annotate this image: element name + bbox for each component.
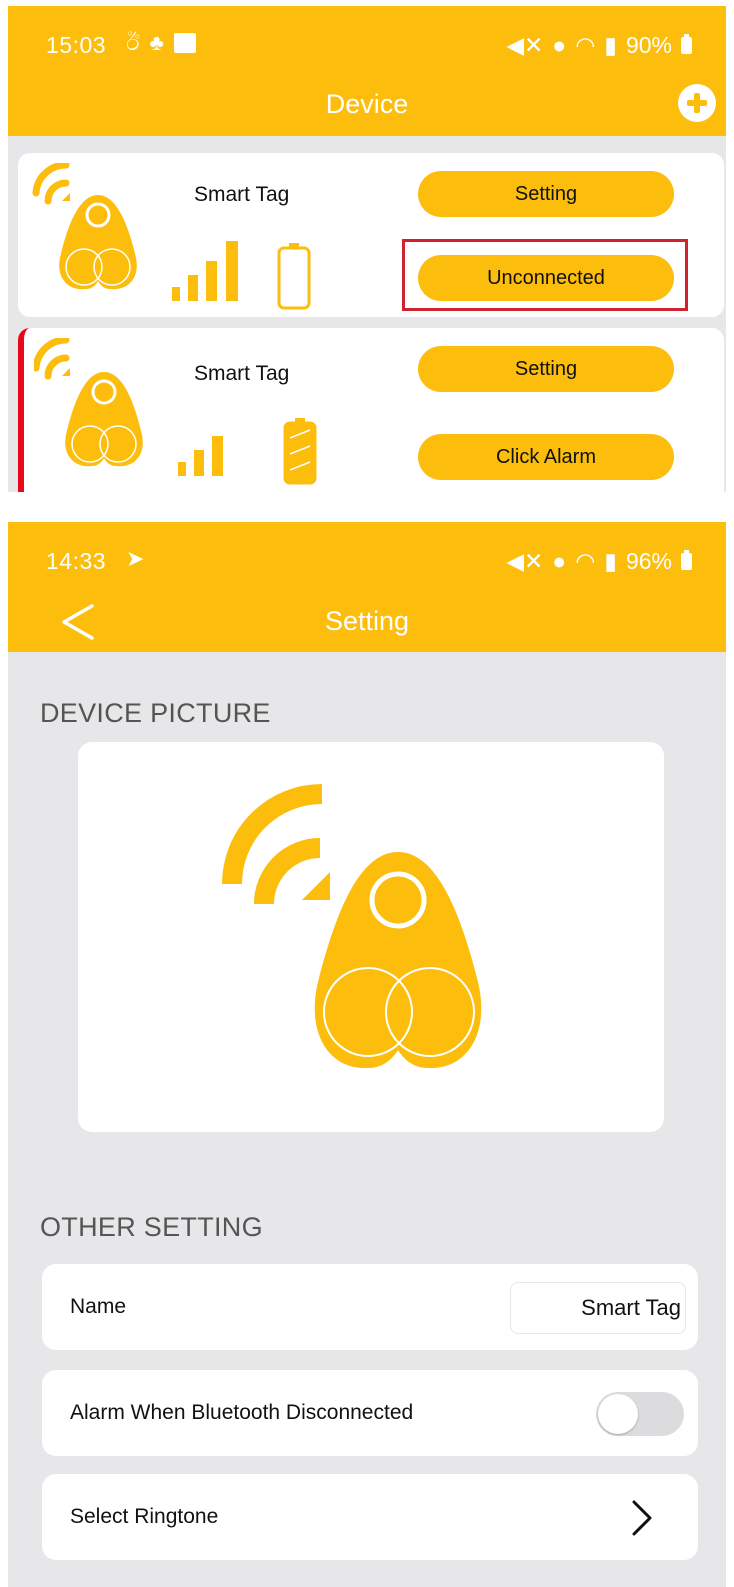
app-notification-icon: ➤ xyxy=(126,546,145,571)
smart-tag-icon xyxy=(222,784,482,1069)
setting-screen: 14:33 ➤ ◀✕ ● ◠ ▮ 96% Setting DEVICE PICT… xyxy=(8,522,726,1587)
mute-icon: ◀✕ xyxy=(506,32,544,58)
ringtone-row[interactable]: Select Ringtone xyxy=(42,1474,698,1560)
name-label: Name xyxy=(70,1295,127,1318)
notification-icons: ඊ ♣ xyxy=(126,30,196,56)
setting-button[interactable]: Setting xyxy=(418,171,674,217)
battery-percent: 96% xyxy=(625,548,672,574)
device-card: Smart Tag Setting Unconnected xyxy=(18,153,724,317)
name-row: Name Smart Tag xyxy=(42,1264,698,1350)
alarm-label: Alarm When Bluetooth Disconnected xyxy=(70,1401,414,1424)
page-title: Device xyxy=(325,89,409,119)
notification-icon: ඊ xyxy=(126,30,140,55)
app-notification-icon: ♣ xyxy=(149,30,164,55)
page-title: Setting xyxy=(324,606,410,636)
device-card: Smart Tag Setting Click Alarm xyxy=(18,328,724,492)
device-name: Smart Tag xyxy=(194,183,290,206)
device-picture[interactable] xyxy=(78,742,664,1132)
wifi-icon: ◠ xyxy=(575,32,596,58)
cell-signal-icon: ▮ xyxy=(604,548,617,574)
mute-icon: ◀✕ xyxy=(506,548,544,574)
image-notification-icon xyxy=(173,33,196,53)
setting-header: 14:33 ➤ ◀✕ ● ◠ ▮ 96% Setting xyxy=(8,522,726,652)
battery-level-icon xyxy=(277,243,311,310)
device-header: 15:03 ඊ ♣ ◀✕ ● ◠ ▮ 90% Device xyxy=(8,6,726,136)
chevron-right-icon xyxy=(632,1500,652,1536)
notification-icons: ➤ xyxy=(126,546,144,572)
status-bar: 15:03 ඊ ♣ ◀✕ ● ◠ ▮ 90% xyxy=(8,6,726,78)
status-right-icons: ◀✕ ● ◠ ▮ 96% xyxy=(506,548,692,575)
cell-signal-icon: ▮ xyxy=(604,32,617,58)
click-alarm-button[interactable]: Click Alarm xyxy=(418,434,674,480)
signal-strength-icon xyxy=(172,241,238,301)
setting-button[interactable]: Setting xyxy=(418,346,674,392)
device-name: Smart Tag xyxy=(194,362,290,385)
device-list-screen: 15:03 ඊ ♣ ◀✕ ● ◠ ▮ 90% Device Smart Tag … xyxy=(8,6,726,492)
smart-tag-icon xyxy=(32,163,137,290)
highlight-box xyxy=(402,239,688,311)
signal-strength-icon xyxy=(178,436,223,476)
smart-tag-icon xyxy=(34,338,143,467)
toggle-knob xyxy=(598,1394,638,1434)
status-time: 15:03 xyxy=(46,32,107,58)
alarm-toggle[interactable] xyxy=(596,1392,684,1436)
add-device-button[interactable] xyxy=(678,84,716,122)
alarm-row: Alarm When Bluetooth Disconnected xyxy=(42,1370,698,1456)
battery-percent: 90% xyxy=(625,32,672,58)
name-field[interactable]: Smart Tag xyxy=(510,1282,686,1334)
status-time: 14:33 xyxy=(46,548,107,574)
battery-level-icon xyxy=(283,418,317,485)
battery-icon xyxy=(681,550,692,570)
location-icon: ● xyxy=(552,548,567,574)
device-picture-label: DEVICE PICTURE xyxy=(40,698,271,728)
status-right-icons: ◀✕ ● ◠ ▮ 90% xyxy=(506,32,692,59)
other-setting-label: OTHER SETTING xyxy=(40,1212,263,1242)
location-icon: ● xyxy=(552,32,567,58)
wifi-icon: ◠ xyxy=(575,548,596,574)
battery-icon xyxy=(681,34,692,54)
status-bar: 14:33 ➤ ◀✕ ● ◠ ▮ 96% xyxy=(8,522,726,594)
ringtone-label: Select Ringtone xyxy=(70,1505,219,1528)
